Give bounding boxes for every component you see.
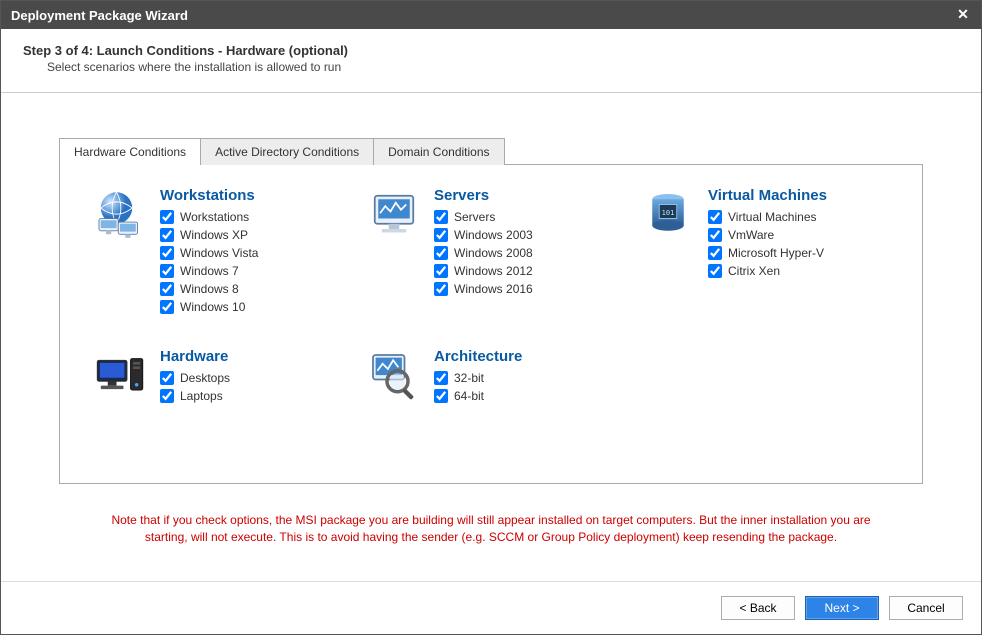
category-body: Architecture 32-bit 64-bit bbox=[434, 348, 618, 408]
category-body: Virtual Machines Virtual Machines VmWare Mi… bbox=[708, 187, 892, 318]
checkbox-row[interactable]: Windows 7 bbox=[160, 264, 344, 278]
checkbox-label: Windows 10 bbox=[180, 300, 245, 314]
close-icon[interactable]: ✕ bbox=[953, 5, 973, 25]
checkbox-virtual-machines-1[interactable] bbox=[708, 228, 722, 242]
back-button[interactable]: < Back bbox=[721, 596, 795, 620]
checkbox-row[interactable]: VmWare bbox=[708, 228, 892, 242]
titlebar: Deployment Package Wizard ✕ bbox=[1, 1, 981, 29]
checkbox-architecture-1[interactable] bbox=[434, 389, 448, 403]
category-body: Workstations Workstations Windows XP Window… bbox=[160, 187, 344, 318]
checkbox-label: Virtual Machines bbox=[728, 210, 817, 224]
checkbox-virtual-machines-2[interactable] bbox=[708, 246, 722, 260]
checkbox-workstations-1[interactable] bbox=[160, 228, 174, 242]
step-subtitle: Select scenarios where the installation … bbox=[47, 60, 959, 74]
category-hardware: Hardware Desktops Laptops bbox=[90, 348, 344, 408]
checkbox-row[interactable]: Windows XP bbox=[160, 228, 344, 242]
tab-domain-conditions[interactable]: Domain Conditions bbox=[373, 138, 504, 165]
checkbox-workstations-4[interactable] bbox=[160, 282, 174, 296]
magnifier-chart-icon bbox=[364, 348, 424, 408]
globe-monitors-icon bbox=[90, 187, 150, 247]
cancel-button[interactable]: Cancel bbox=[889, 596, 963, 620]
vm-chip-icon: 101 bbox=[638, 187, 698, 247]
checkbox-row[interactable]: Windows 2003 bbox=[434, 228, 618, 242]
category-title: Architecture bbox=[434, 348, 618, 365]
checkbox-servers-4[interactable] bbox=[434, 282, 448, 296]
checkbox-row[interactable]: Windows 2008 bbox=[434, 246, 618, 260]
checkbox-hardware-1[interactable] bbox=[160, 389, 174, 403]
checkbox-label: Microsoft Hyper-V bbox=[728, 246, 824, 260]
checkbox-label: Windows 2003 bbox=[454, 228, 533, 242]
checkbox-row[interactable]: Windows 10 bbox=[160, 300, 344, 314]
checkbox-label: Laptops bbox=[180, 389, 223, 403]
checkbox-label: Windows 2012 bbox=[454, 264, 533, 278]
checkbox-label: Windows 2008 bbox=[454, 246, 533, 260]
category-title: Workstations bbox=[160, 187, 344, 204]
step-title: Step 3 of 4: Launch Conditions - Hardwar… bbox=[23, 43, 959, 58]
checkbox-row[interactable]: Windows 2016 bbox=[434, 282, 618, 296]
checkbox-row[interactable]: Laptops bbox=[160, 389, 344, 403]
category-body: Servers Servers Windows 2003 Windows 2008 Wi… bbox=[434, 187, 618, 318]
category-virtual-machines: 101 Virtual Machines Virtual Machines VmWar… bbox=[638, 187, 892, 318]
category-title: Hardware bbox=[160, 348, 344, 365]
checkbox-servers-3[interactable] bbox=[434, 264, 448, 278]
checkbox-workstations-2[interactable] bbox=[160, 246, 174, 260]
checkbox-row[interactable]: Windows 2012 bbox=[434, 264, 618, 278]
category-title: Virtual Machines bbox=[708, 187, 892, 204]
checkbox-row[interactable]: Windows 8 bbox=[160, 282, 344, 296]
category-body: Hardware Desktops Laptops bbox=[160, 348, 344, 408]
desktop-tower-icon bbox=[90, 348, 150, 408]
checkbox-label: Workstations bbox=[180, 210, 249, 224]
checkbox-workstations-3[interactable] bbox=[160, 264, 174, 278]
checkbox-label: Windows Vista bbox=[180, 246, 258, 260]
checkbox-workstations-0[interactable] bbox=[160, 210, 174, 224]
wizard-footer: < Back Next > Cancel bbox=[1, 581, 981, 634]
wizard-content: Hardware Conditions Active Directory Con… bbox=[1, 93, 981, 581]
checkbox-label: Citrix Xen bbox=[728, 264, 780, 278]
checkbox-label: Windows XP bbox=[180, 228, 248, 242]
window-title: Deployment Package Wizard bbox=[11, 8, 188, 23]
tabstrip: Hardware Conditions Active Directory Con… bbox=[59, 137, 923, 164]
category-servers: Servers Servers Windows 2003 Windows 2008 Wi… bbox=[364, 187, 618, 318]
checkbox-architecture-0[interactable] bbox=[434, 371, 448, 385]
checkbox-servers-2[interactable] bbox=[434, 246, 448, 260]
checkbox-row[interactable]: 32-bit bbox=[434, 371, 618, 385]
checkbox-label: 64-bit bbox=[454, 389, 484, 403]
checkbox-label: Windows 7 bbox=[180, 264, 239, 278]
checkbox-row[interactable]: Virtual Machines bbox=[708, 210, 892, 224]
checkbox-servers-0[interactable] bbox=[434, 210, 448, 224]
checkbox-row[interactable]: Microsoft Hyper-V bbox=[708, 246, 892, 260]
checkbox-servers-1[interactable] bbox=[434, 228, 448, 242]
checkbox-row[interactable]: Desktops bbox=[160, 371, 344, 385]
checkbox-virtual-machines-0[interactable] bbox=[708, 210, 722, 224]
tab-active-directory-conditions[interactable]: Active Directory Conditions bbox=[200, 138, 374, 165]
checkbox-label: VmWare bbox=[728, 228, 774, 242]
checkbox-label: Windows 2016 bbox=[454, 282, 533, 296]
checkbox-label: Servers bbox=[454, 210, 495, 224]
checkbox-row[interactable]: Citrix Xen bbox=[708, 264, 892, 278]
category-architecture: Architecture 32-bit 64-bit bbox=[364, 348, 618, 408]
checkbox-label: Desktops bbox=[180, 371, 230, 385]
checkbox-label: Windows 8 bbox=[180, 282, 239, 296]
server-monitor-icon bbox=[364, 187, 424, 247]
checkbox-row[interactable]: Workstations bbox=[160, 210, 344, 224]
checkbox-hardware-0[interactable] bbox=[160, 371, 174, 385]
tab-hardware-conditions[interactable]: Hardware Conditions bbox=[59, 138, 201, 165]
category-workstations: Workstations Workstations Windows XP Window… bbox=[90, 187, 344, 318]
checkbox-row[interactable]: Servers bbox=[434, 210, 618, 224]
warning-note: Note that if you check options, the MSI … bbox=[111, 512, 871, 546]
checkbox-virtual-machines-3[interactable] bbox=[708, 264, 722, 278]
checkbox-label: 32-bit bbox=[454, 371, 484, 385]
checkbox-workstations-5[interactable] bbox=[160, 300, 174, 314]
wizard-header: Step 3 of 4: Launch Conditions - Hardwar… bbox=[1, 29, 981, 93]
category-title: Servers bbox=[434, 187, 618, 204]
svg-text:101: 101 bbox=[662, 209, 675, 217]
next-button[interactable]: Next > bbox=[805, 596, 879, 620]
checkbox-row[interactable]: Windows Vista bbox=[160, 246, 344, 260]
tabpanel-hardware: Workstations Workstations Windows XP Window… bbox=[59, 164, 923, 484]
checkbox-row[interactable]: 64-bit bbox=[434, 389, 618, 403]
